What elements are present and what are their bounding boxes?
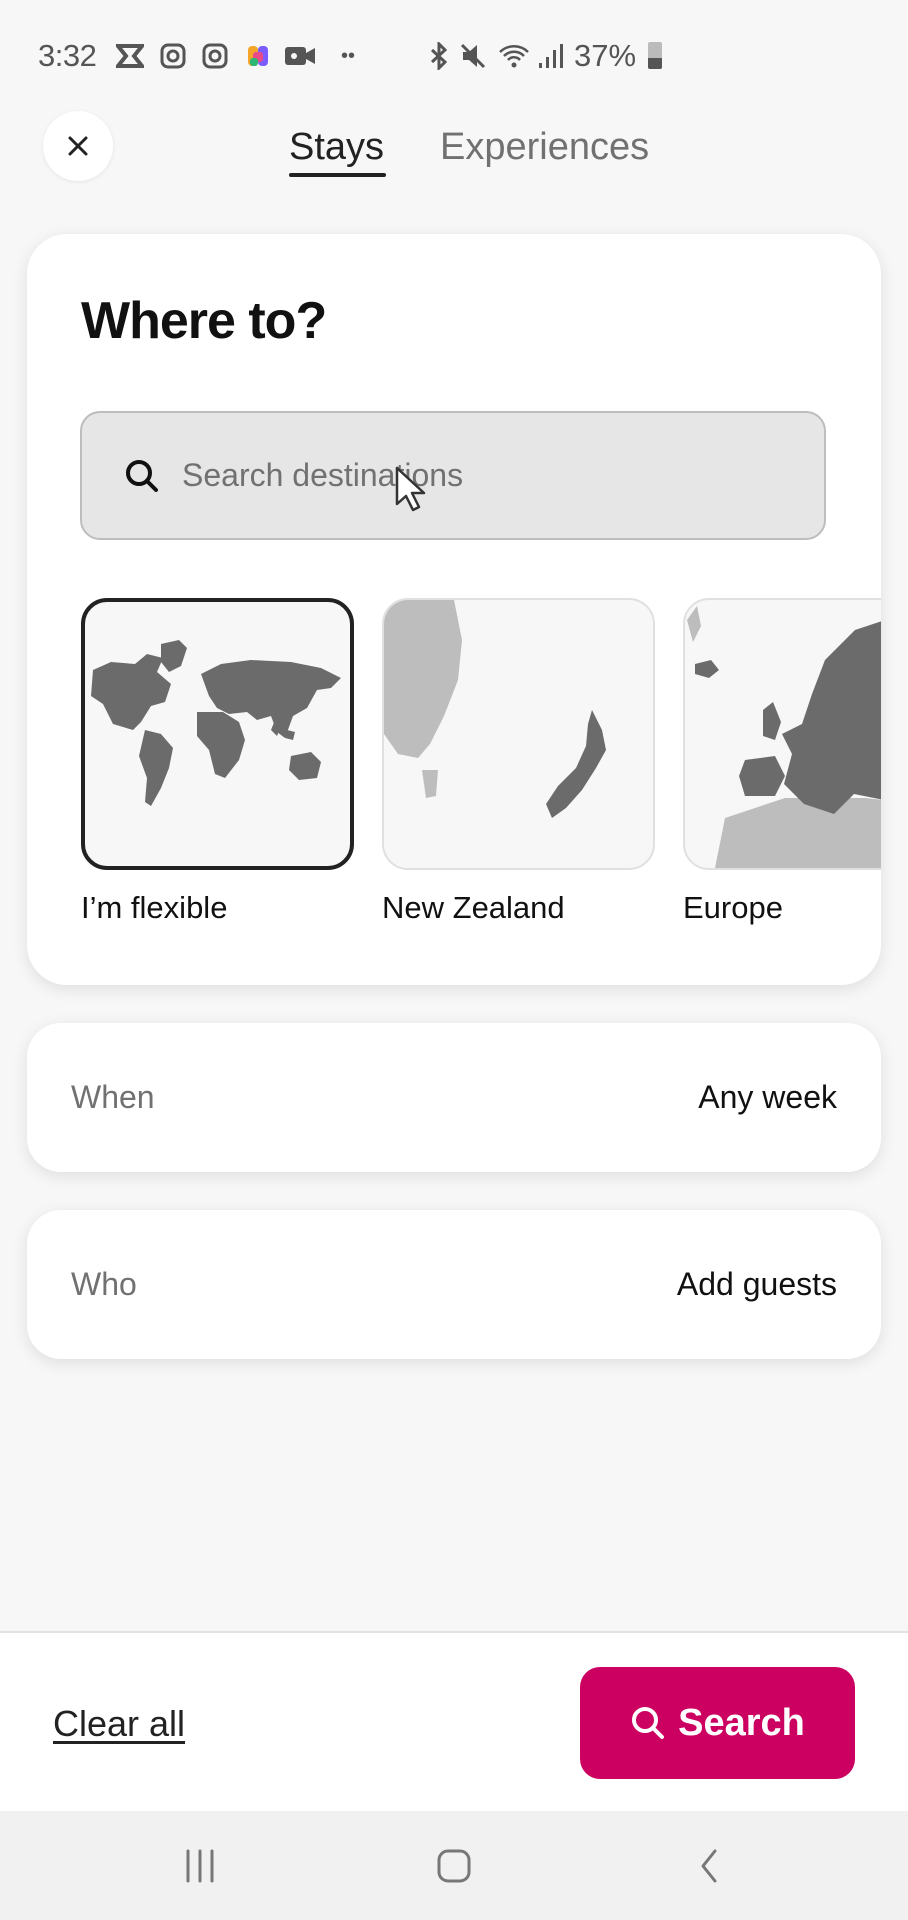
region-tile-new-zealand[interactable] xyxy=(382,598,655,870)
new-zealand-map-icon xyxy=(384,600,606,818)
status-bar: 3:32 •• 37% xyxy=(0,0,908,110)
world-map-icon xyxy=(91,640,341,806)
recent-apps-icon xyxy=(186,1849,214,1883)
battery-icon xyxy=(648,42,662,69)
capcut-icon xyxy=(115,42,145,70)
bluetooth-icon xyxy=(425,42,453,70)
signal-icon xyxy=(535,42,565,70)
battery-percent: 37% xyxy=(574,38,637,73)
search-button-label: Search xyxy=(678,1701,805,1744)
status-time: 3:32 xyxy=(38,38,97,73)
search-destinations-input[interactable]: Search destinations xyxy=(80,411,826,540)
home-button[interactable] xyxy=(424,1841,484,1891)
copilot-icon xyxy=(243,42,273,70)
tab-stays[interactable]: Stays xyxy=(289,126,384,169)
region-label-flexible[interactable]: I’m flexible xyxy=(81,890,227,926)
region-label-new-zealand[interactable]: New Zealand xyxy=(382,890,565,926)
close-button[interactable] xyxy=(43,111,113,181)
region-tile-flexible[interactable] xyxy=(81,598,354,870)
when-value: Any week xyxy=(698,1079,837,1115)
when-label: When xyxy=(71,1079,155,1115)
back-icon xyxy=(701,1849,717,1883)
close-icon xyxy=(68,136,88,156)
footer-bar: Clear all Search xyxy=(0,1631,908,1813)
back-button[interactable] xyxy=(679,1841,739,1891)
where-to-card: Where to? Search destinations I’m flexib… xyxy=(27,234,881,985)
instagram-icon xyxy=(200,42,230,70)
who-label: Who xyxy=(71,1266,137,1302)
search-icon xyxy=(632,1707,665,1739)
video-camera-icon xyxy=(283,42,317,70)
region-label-europe[interactable]: Europe xyxy=(683,890,783,926)
wifi-icon xyxy=(497,42,531,70)
home-icon xyxy=(437,1849,471,1883)
recent-apps-button[interactable] xyxy=(170,1841,230,1891)
clear-all-button[interactable]: Clear all xyxy=(53,1703,185,1745)
region-tile-europe[interactable] xyxy=(683,598,881,870)
mouse-pointer-icon xyxy=(395,466,426,512)
who-row[interactable]: Who Add guests xyxy=(27,1210,881,1359)
europe-map-icon xyxy=(687,606,881,868)
when-row[interactable]: When Any week xyxy=(27,1023,881,1172)
instagram-icon xyxy=(158,42,188,70)
active-tab-indicator xyxy=(289,173,386,177)
tab-experiences[interactable]: Experiences xyxy=(440,126,649,169)
more-dots-icon: •• xyxy=(340,44,355,67)
mute-icon xyxy=(458,42,488,70)
search-button[interactable]: Search xyxy=(580,1667,855,1779)
who-value: Add guests xyxy=(676,1266,837,1302)
search-icon xyxy=(126,459,158,492)
where-title: Where to? xyxy=(81,292,327,350)
system-nav-bar xyxy=(0,1811,908,1920)
